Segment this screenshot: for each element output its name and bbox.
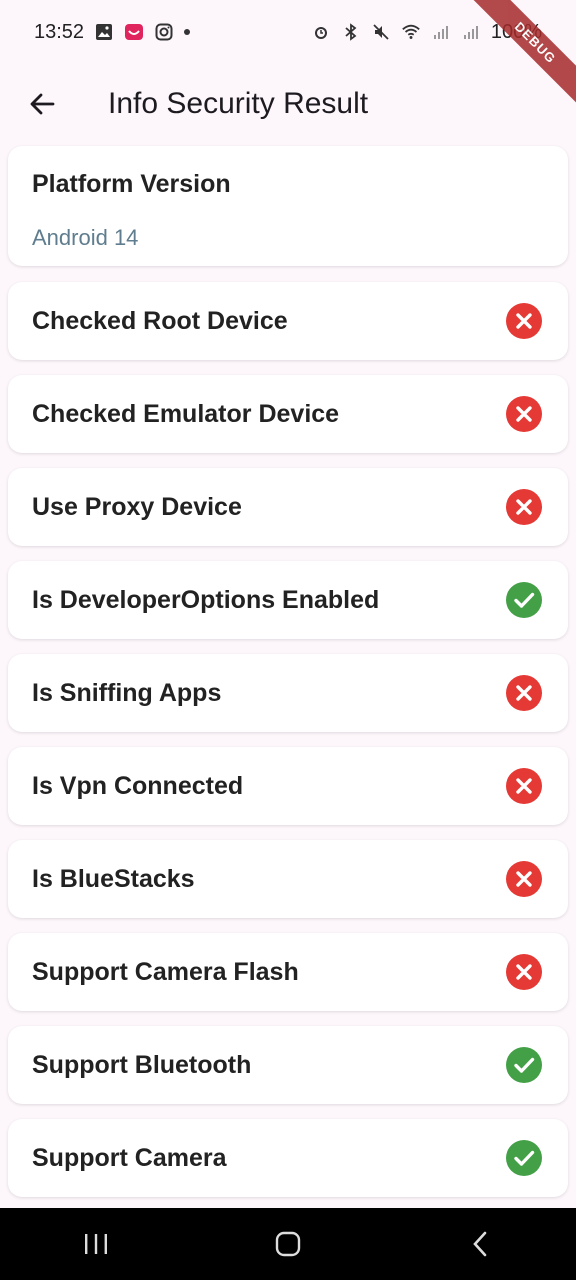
clock: 13:52: [34, 20, 85, 43]
signal-icon: [431, 22, 451, 42]
check-label: Is Sniffing Apps: [32, 678, 222, 707]
check-row: Support Camera: [8, 1119, 568, 1197]
check-label: Use Proxy Device: [32, 492, 242, 521]
check-row: Checked Root Device: [8, 282, 568, 360]
check-label: Checked Root Device: [32, 306, 288, 335]
arrow-back-icon: [30, 93, 55, 115]
mute-icon: [371, 22, 391, 42]
gallery-notification-icon: [94, 22, 114, 42]
back-button[interactable]: [18, 80, 66, 128]
cancel-circle-icon: [506, 954, 542, 990]
check-row: Is BlueStacks: [8, 840, 568, 918]
check-row: Is DeveloperOptions Enabled: [8, 561, 568, 639]
app-notification-icon: [124, 22, 144, 42]
check-circle-icon: [506, 582, 542, 618]
result-list: Platform Version Android 14 Checked Root…: [8, 146, 568, 1212]
check-label: Is DeveloperOptions Enabled: [32, 585, 380, 614]
check-row: Use Proxy Device: [8, 468, 568, 546]
wifi-icon: [401, 22, 421, 42]
checks-list: Checked Root Device Checked Emulator Devi…: [8, 282, 568, 1197]
back-nav-button[interactable]: [450, 1214, 510, 1274]
check-circle-icon: [506, 1140, 542, 1176]
status-bar-left: 13:52: [34, 20, 191, 44]
signal-icon-2: [461, 22, 481, 42]
check-row: Is Vpn Connected: [8, 747, 568, 825]
chevron-left-icon: [473, 1231, 487, 1257]
check-row: Support Bluetooth: [8, 1026, 568, 1104]
app-bar: Info Security Result: [0, 64, 576, 144]
check-label: Is Vpn Connected: [32, 771, 244, 800]
cancel-circle-icon: [506, 861, 542, 897]
cancel-circle-icon: [506, 489, 542, 525]
cancel-circle-icon: [506, 675, 542, 711]
instagram-icon: [154, 22, 174, 42]
home-button[interactable]: [258, 1214, 318, 1274]
cancel-circle-icon: [506, 768, 542, 804]
system-nav-bar: [0, 1208, 576, 1280]
cancel-circle-icon: [506, 303, 542, 339]
platform-version-value: Android 14: [32, 225, 139, 250]
check-label: Support Camera: [32, 1143, 227, 1172]
check-circle-icon: [506, 1047, 542, 1083]
check-row: Is Sniffing Apps: [8, 654, 568, 732]
cancel-circle-icon: [506, 396, 542, 432]
recents-button[interactable]: [66, 1214, 126, 1274]
page-title: Info Security Result: [108, 87, 369, 120]
platform-version-title: Platform Version: [32, 170, 231, 198]
platform-version-card: Platform Version Android 14: [8, 146, 568, 266]
check-label: Checked Emulator Device: [32, 399, 340, 428]
check-label: Is BlueStacks: [32, 864, 195, 893]
check-label: Support Camera Flash: [32, 957, 299, 986]
recents-icon: [85, 1234, 107, 1254]
check-row: Checked Emulator Device: [8, 375, 568, 453]
alarm-icon: [311, 22, 331, 42]
more-notifications-icon: [184, 29, 191, 35]
check-label: Support Bluetooth: [32, 1050, 252, 1079]
check-row: Support Camera Flash: [8, 933, 568, 1011]
home-icon: [275, 1231, 301, 1257]
bluetooth-icon: [341, 22, 361, 42]
